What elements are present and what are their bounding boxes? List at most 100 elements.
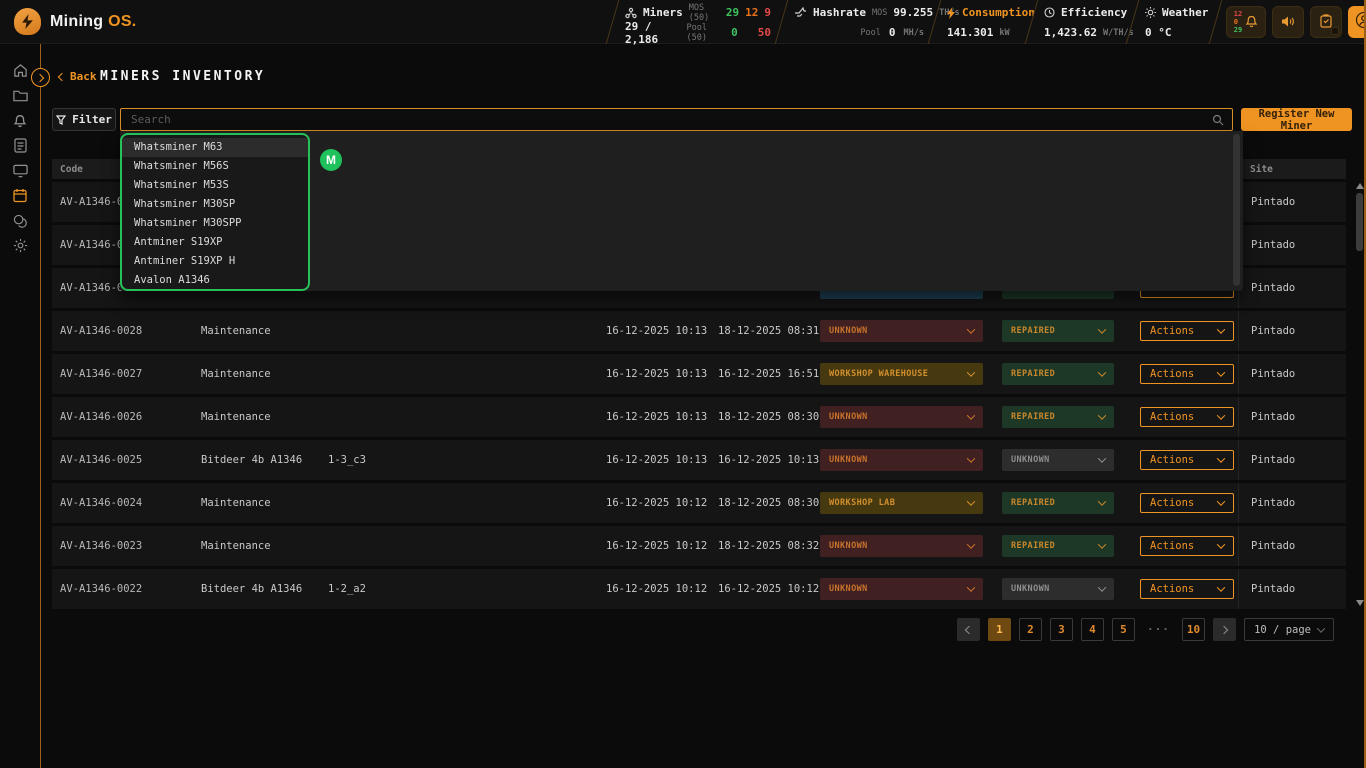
sidebar: [0, 44, 40, 768]
page-size-select[interactable]: 10 / page: [1244, 618, 1334, 641]
chevron-down-icon: [967, 540, 975, 548]
cell-date-updated: 18-12-2025 08:30: [710, 497, 820, 509]
actions-select[interactable]: Actions: [1140, 407, 1234, 427]
location-status-select[interactable]: WORKSHOP WAREHOUSE: [820, 363, 983, 385]
actions-label: Actions: [1150, 583, 1194, 595]
sidebar-item-alerts[interactable]: [0, 108, 40, 133]
suggestion-item[interactable]: Whatsminer M30SP: [122, 195, 308, 214]
sidebar-item-inventory[interactable]: [0, 183, 40, 208]
repair-status-label: REPAIRED: [1011, 412, 1055, 422]
table-row[interactable]: AV-A1346-0027 Maintenance 16-12-2025 10:…: [52, 354, 1346, 394]
suggestion-item[interactable]: Antminer S19XP H: [122, 252, 308, 271]
stat-hashrate: Hashrate MOS 99.255 TH/s Pool 0 MH/s: [782, 0, 934, 44]
location-status-select[interactable]: WORKSHOP LAB: [820, 492, 983, 514]
hashrate-icon: [794, 7, 807, 18]
pagination-page[interactable]: 5: [1112, 618, 1135, 641]
pagination-pages: 12345: [988, 618, 1135, 641]
location-status-select[interactable]: UNKNOWN: [820, 320, 983, 342]
actions-select[interactable]: Actions: [1140, 364, 1234, 384]
repair-status-select[interactable]: REPAIRED: [1002, 363, 1114, 385]
sidebar-item-settings[interactable]: [0, 233, 40, 258]
efficiency-label: Efficiency: [1061, 6, 1127, 19]
chevron-down-icon: [967, 583, 975, 591]
notifications-button[interactable]: 12 0 29: [1226, 6, 1266, 38]
location-status-select[interactable]: UNKNOWN: [820, 449, 983, 471]
pagination-page[interactable]: 1: [988, 618, 1011, 641]
cell-site: Pintado: [1238, 225, 1346, 265]
consumption-unit: kW: [999, 28, 1009, 38]
repair-status-select[interactable]: UNKNOWN: [1002, 449, 1114, 471]
dropdown-scrollbar-thumb[interactable]: [1233, 134, 1240, 286]
sidebar-item-tokens[interactable]: [0, 208, 40, 233]
suggestion-item[interactable]: Antminer S19XP: [122, 233, 308, 252]
sidebar-item-monitoring[interactable]: [0, 158, 40, 183]
notification-counts: 12 0 29: [1234, 10, 1242, 34]
location-status-label: UNKNOWN: [829, 541, 868, 551]
actions-select[interactable]: Actions: [1140, 321, 1234, 341]
scroll-down-arrow[interactable]: [1356, 600, 1364, 606]
file-text-icon: [14, 138, 27, 153]
suggestion-item[interactable]: Whatsminer M30SPP: [122, 214, 308, 233]
suggestion-item[interactable]: Whatsminer M56S: [122, 157, 308, 176]
location-status-select[interactable]: UNKNOWN: [820, 578, 983, 600]
sidebar-item-reports[interactable]: [0, 133, 40, 158]
cell-site: Pintado: [1238, 182, 1346, 222]
pagination-page[interactable]: 4: [1081, 618, 1104, 641]
repair-status-select[interactable]: REPAIRED: [1002, 320, 1114, 342]
table-scrollbar[interactable]: [1355, 181, 1364, 608]
table-row[interactable]: AV-A1346-0024 Maintenance 16-12-2025 10:…: [52, 483, 1346, 523]
scroll-up-arrow[interactable]: [1356, 183, 1364, 189]
filter-button[interactable]: Filter: [52, 108, 116, 131]
stat-miners: Miners MOS (50) 29 12 9 29 / 2,186 Pool …: [613, 0, 781, 44]
search-icon: [1212, 114, 1224, 126]
table-row[interactable]: AV-A1346-0028 Maintenance 16-12-2025 10:…: [52, 311, 1346, 351]
location-status-select[interactable]: UNKNOWN: [820, 406, 983, 428]
calendar-icon: [13, 188, 27, 203]
pagination-next[interactable]: [1213, 618, 1236, 641]
actions-select[interactable]: Actions: [1140, 536, 1234, 556]
search-bar: [120, 108, 1233, 131]
chevron-down-icon: [1217, 325, 1225, 333]
repair-status-select[interactable]: REPAIRED: [1002, 492, 1114, 514]
sidebar-expand-toggle[interactable]: [31, 68, 50, 87]
repair-status-select[interactable]: REPAIRED: [1002, 406, 1114, 428]
table-row[interactable]: AV-A1346-0026 Maintenance 16-12-2025 10:…: [52, 397, 1346, 437]
pagination-page[interactable]: 3: [1050, 618, 1073, 641]
pagination-last[interactable]: 10: [1182, 618, 1205, 641]
suggestion-item[interactable]: Whatsminer M53S: [122, 176, 308, 195]
cell-site: Pintado: [1238, 440, 1346, 480]
filter-label: Filter: [72, 113, 112, 126]
tasks-button[interactable]: [1310, 6, 1342, 38]
search-input[interactable]: [121, 109, 1212, 130]
chevron-left-icon: [58, 72, 66, 80]
repair-status-select[interactable]: REPAIRED: [1002, 535, 1114, 557]
sound-button[interactable]: [1272, 6, 1304, 38]
sidebar-item-folders[interactable]: [0, 83, 40, 108]
location-status-select[interactable]: UNKNOWN: [820, 535, 983, 557]
scrollbar-thumb[interactable]: [1356, 193, 1363, 251]
back-button[interactable]: Back: [57, 70, 97, 83]
table-row[interactable]: AV-A1346-0025 Bitdeer 4b A1346 1-3_c3 16…: [52, 440, 1346, 480]
page-title: MINERS INVENTORY: [100, 69, 265, 84]
bell-icon: [1245, 13, 1258, 32]
actions-select[interactable]: Actions: [1140, 493, 1234, 513]
location-status-label: UNKNOWN: [829, 326, 868, 336]
suggestion-item[interactable]: Avalon A1346: [122, 271, 308, 290]
chevron-down-icon: [967, 454, 975, 462]
cell-model: Maintenance: [193, 411, 320, 423]
register-new-miner-button[interactable]: Register New Miner: [1241, 108, 1352, 131]
chevron-down-icon: [1217, 454, 1225, 462]
coins-icon: [13, 214, 28, 228]
actions-select[interactable]: Actions: [1140, 579, 1234, 599]
table-row[interactable]: AV-A1346-0022 Bitdeer 4b A1346 1-2_a2 16…: [52, 569, 1346, 609]
consumption-value: 141.301: [947, 26, 993, 39]
pagination-prev[interactable]: [957, 618, 980, 641]
stat-consumption: Consumption 141.301 kW: [935, 0, 1031, 44]
pagination-page[interactable]: 2: [1019, 618, 1042, 641]
repair-status-select[interactable]: UNKNOWN: [1002, 578, 1114, 600]
actions-select[interactable]: Actions: [1140, 450, 1234, 470]
suggestion-item[interactable]: Whatsminer M63: [122, 138, 308, 157]
hashrate-label: Hashrate: [813, 6, 866, 19]
table-row[interactable]: AV-A1346-0023 Maintenance 16-12-2025 10:…: [52, 526, 1346, 566]
gear-icon: [13, 238, 28, 253]
